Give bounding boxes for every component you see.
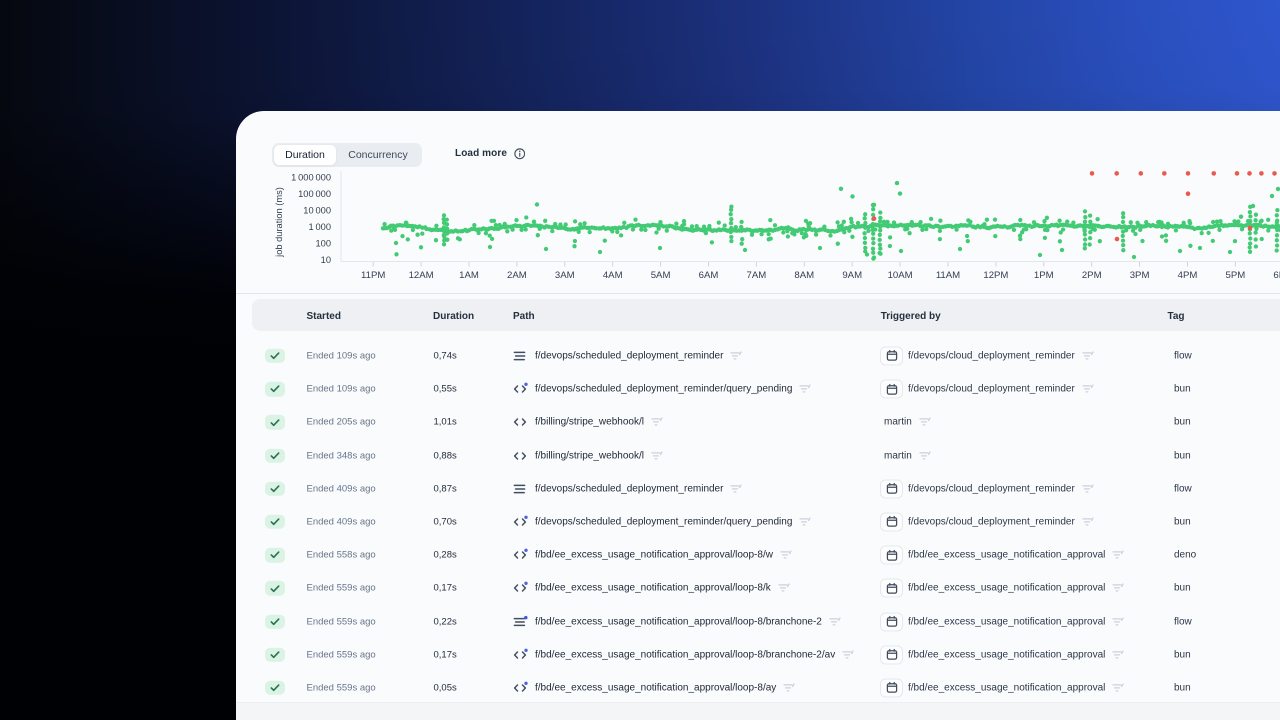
svg-text:6AM: 6AM [699, 270, 719, 281]
svg-text:4AM: 4AM [603, 270, 623, 281]
svg-text:5PM: 5PM [1226, 270, 1246, 281]
svg-text:1AM: 1AM [459, 270, 479, 281]
svg-text:6PM: 6PM [1273, 270, 1280, 281]
svg-text:100: 100 [315, 239, 331, 249]
svg-text:3AM: 3AM [555, 270, 575, 281]
svg-text:1 000: 1 000 [308, 222, 331, 232]
svg-text:11PM: 11PM [361, 270, 385, 281]
svg-text:12AM: 12AM [409, 270, 434, 281]
svg-text:9AM: 9AM [842, 270, 862, 281]
svg-text:2PM: 2PM [1082, 270, 1102, 281]
svg-text:10: 10 [321, 255, 331, 265]
svg-text:8AM: 8AM [794, 270, 814, 281]
svg-text:2AM: 2AM [507, 270, 527, 281]
svg-text:1PM: 1PM [1034, 270, 1054, 281]
svg-text:4PM: 4PM [1178, 270, 1198, 281]
svg-text:7AM: 7AM [747, 270, 767, 281]
svg-text:11AM: 11AM [936, 270, 960, 281]
svg-text:5AM: 5AM [651, 270, 671, 281]
svg-text:10 000: 10 000 [303, 206, 331, 216]
svg-text:job duration (ms): job duration (ms) [274, 187, 284, 258]
svg-text:10AM: 10AM [888, 270, 913, 281]
svg-text:3PM: 3PM [1130, 270, 1150, 281]
svg-text:1 000 000: 1 000 000 [291, 173, 331, 183]
svg-text:100 000: 100 000 [298, 189, 331, 199]
svg-text:12PM: 12PM [983, 270, 1008, 281]
